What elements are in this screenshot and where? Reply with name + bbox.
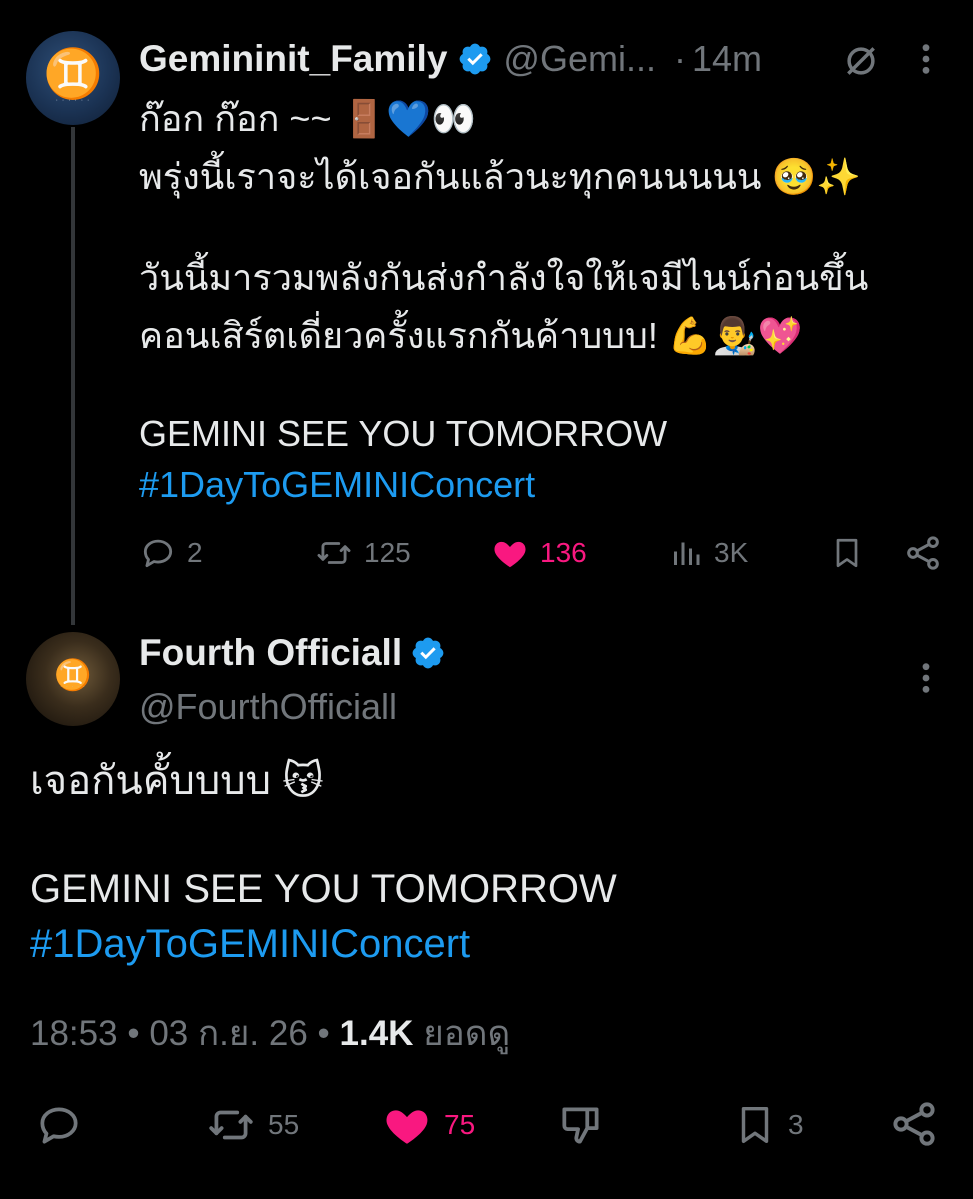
- more-options-icon[interactable]: [916, 42, 936, 76]
- verified-badge-icon: [412, 637, 444, 669]
- tweet-text-line-5: GEMINI SEE YOU TOMORROW: [139, 413, 668, 454]
- grok-icon[interactable]: [842, 42, 880, 80]
- bookmark-icon[interactable]: [829, 534, 865, 572]
- avatar[interactable]: ♊ · · · · · ·: [26, 31, 120, 125]
- repost-count: 55: [268, 1109, 300, 1140]
- avatar[interactable]: ♊ · · · · ·: [26, 632, 120, 726]
- thread-line: [71, 127, 75, 625]
- like-button[interactable]: 75: [380, 1100, 475, 1150]
- views-count: 3K: [714, 537, 749, 568]
- bookmark-count: 3: [788, 1109, 804, 1140]
- reply-button[interactable]: [34, 1100, 84, 1150]
- hashtag-link[interactable]: #1DayToGEMINIConcert: [30, 915, 470, 973]
- post-time[interactable]: 18:53: [30, 1014, 118, 1053]
- avatar-logo-text: · · · · · ·: [55, 97, 91, 104]
- repost-button[interactable]: 55: [204, 1100, 299, 1150]
- tweet-meta: 18:53 • 03 ก.ย. 26 • 1.4K ยอดดู: [30, 1006, 510, 1061]
- like-button[interactable]: 136: [490, 534, 587, 572]
- tweet-text-line-2: พรุ่งนี้เราจะได้เจอกันแล้วนะทุกคนนนนน 🥹✨: [139, 156, 862, 197]
- verified-badge-icon: [460, 43, 491, 75]
- views-chart-icon: [674, 542, 700, 565]
- heart-filled-icon: [386, 1110, 428, 1144]
- tweet-header: Gemininit_Family @Gemi... · 14m: [139, 36, 762, 82]
- reply-button[interactable]: 2: [139, 534, 203, 572]
- tweet-text-line-2: GEMINI SEE YOU TOMORROW: [30, 867, 617, 911]
- share-icon[interactable]: [903, 533, 943, 573]
- view-count: 1.4K: [339, 1014, 414, 1053]
- repost-icon: [317, 542, 351, 564]
- heart-filled-icon: [494, 541, 526, 568]
- like-count: 136: [540, 537, 587, 568]
- hashtag-link[interactable]: #1DayToGEMINIConcert: [139, 458, 535, 511]
- post-date[interactable]: 03 ก.ย. 26: [149, 1014, 307, 1053]
- display-name[interactable]: Gemininit_Family: [139, 38, 447, 80]
- dislike-icon[interactable]: [556, 1100, 606, 1150]
- tweet-text-line-1: เจอกันคั้บบบบ 😽: [30, 759, 324, 803]
- views-button[interactable]: 3K: [668, 534, 748, 572]
- repost-count: 125: [364, 537, 411, 568]
- more-options-icon[interactable]: [916, 661, 936, 695]
- tweet-text-line-4: คอนเสิร์ตเดี่ยวครั้งแรกกันค้าบบบ! 💪👨‍🎨💖: [139, 315, 803, 356]
- display-name[interactable]: Fourth Officiall: [139, 632, 402, 674]
- separator-dot: •: [127, 1014, 140, 1053]
- reply-count: 2: [187, 537, 203, 568]
- timestamp[interactable]: 14m: [692, 38, 762, 80]
- bookmark-button[interactable]: 3: [732, 1100, 804, 1150]
- separator-dot: •: [317, 1014, 330, 1053]
- bookmark-icon: [741, 1106, 769, 1144]
- reply-icon: [40, 1107, 78, 1144]
- tweet-text-line-3: วันนี้มารวมพลังกันส่งกำลังใจให้เจมีไนน์ก…: [139, 257, 869, 298]
- share-icon[interactable]: [888, 1098, 940, 1150]
- tweet-text-line-1: ก๊อก ก๊อก ~~ 🚪💙👀: [139, 98, 476, 139]
- separator-dot: ·: [673, 38, 686, 79]
- tweet-header: Fourth Officiall: [139, 630, 446, 676]
- repost-icon: [209, 1110, 253, 1140]
- handle[interactable]: @Gemi...: [503, 38, 656, 80]
- reply-icon: [143, 539, 173, 568]
- avatar-logo-text: · · · · ·: [60, 684, 86, 690]
- repost-button[interactable]: 125: [314, 534, 411, 572]
- handle[interactable]: @FourthOfficiall: [139, 686, 397, 728]
- like-count: 75: [444, 1109, 476, 1140]
- gemini-symbol: ♊: [43, 46, 103, 102]
- views-label: ยอดดู: [423, 1014, 511, 1053]
